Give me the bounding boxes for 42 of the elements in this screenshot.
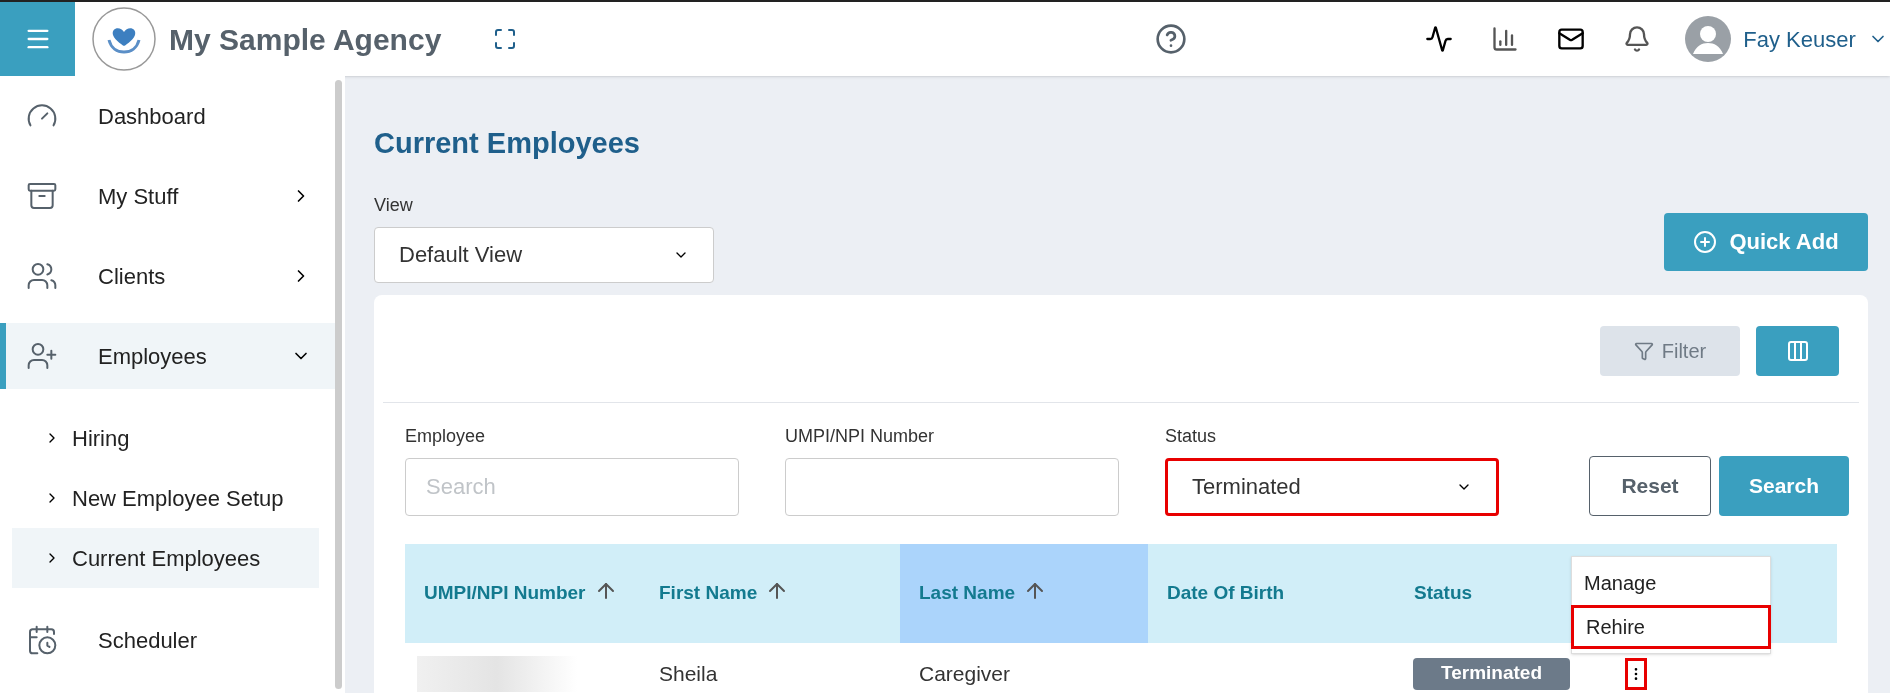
sidebar-item[interactable]: Scheduler	[0, 607, 335, 673]
calendar-clock-icon	[26, 624, 58, 656]
sidebar-subitem[interactable]: New Employee Setup	[12, 468, 319, 528]
table-cell: Caregiver	[919, 661, 1011, 685]
page-title: Current Employees	[374, 126, 641, 161]
people-icon	[26, 260, 58, 292]
sidebar-item[interactable]: Clients	[0, 243, 335, 309]
text-field[interactable]	[785, 457, 1119, 516]
plus-circle-icon	[1693, 229, 1718, 254]
view-label: View	[374, 193, 414, 217]
table-cell: Sheila	[659, 661, 718, 685]
sidebar-subitem[interactable]: Current Employees	[12, 528, 319, 588]
avatar-icon	[1685, 16, 1732, 62]
filter-label: Employee	[405, 424, 487, 448]
menu-item[interactable]: Rehire	[1571, 604, 1771, 649]
filter-icon	[1633, 340, 1654, 361]
filter-label: Status	[1165, 424, 1218, 448]
sidebar-subitem[interactable]: Hiring	[12, 408, 319, 468]
scrollbar[interactable]	[335, 80, 342, 689]
person-plus-icon	[26, 340, 58, 372]
menu-item[interactable]: Manage	[1572, 560, 1770, 605]
agency-logo-icon	[91, 6, 157, 72]
sidebar-item[interactable]: Employees	[0, 323, 335, 389]
sidebar-item[interactable]: My Stuff	[0, 163, 335, 229]
column-header[interactable]: UMPI/NPI Number	[405, 543, 640, 643]
columns-icon	[1785, 338, 1810, 363]
agency-name: My Sample Agency	[169, 21, 442, 58]
user-menu-button[interactable]: Fay Keuser	[1685, 16, 1888, 62]
column-header[interactable]: First Name	[640, 543, 900, 643]
sidebar-item[interactable]: Dashboard	[0, 83, 335, 149]
filter-label: UMPI/NPI Number	[785, 424, 936, 448]
status-select[interactable]: Terminated	[1165, 457, 1499, 516]
menu-button[interactable]	[0, 2, 75, 76]
column-header[interactable]: Date Of Birth	[1148, 543, 1395, 643]
reset-button[interactable]: Reset	[1589, 455, 1711, 516]
archive-box-icon	[26, 180, 58, 212]
more-options-button[interactable]	[1625, 657, 1647, 690]
view-select[interactable]: Default View	[374, 226, 714, 283]
status-badge: Terminated	[1413, 657, 1570, 690]
column-header[interactable]: Status	[1395, 543, 1570, 643]
text-field[interactable]: Search	[405, 457, 739, 516]
columns-button[interactable]	[1756, 325, 1839, 376]
